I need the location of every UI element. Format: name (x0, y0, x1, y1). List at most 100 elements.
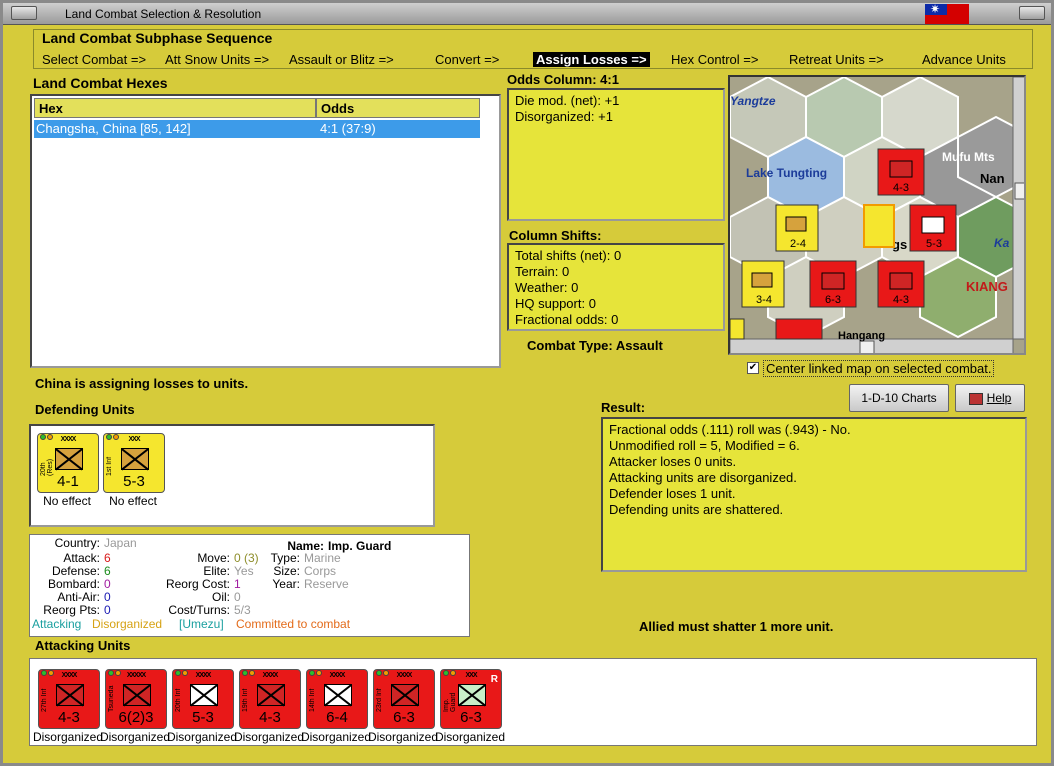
svg-text:4-3: 4-3 (893, 182, 909, 194)
result-line: Attacker loses 0 units. (609, 454, 737, 469)
unit-value: 5-3 (192, 709, 214, 726)
odds-title: Odds Column: 4:1 (507, 72, 619, 87)
reorg-pts-value: 0 (104, 603, 111, 617)
attacker-counter[interactable]: XXXXX Tsuneda 6(2)3 (105, 669, 167, 729)
map-label-mufu: Mufu Mts (942, 150, 995, 164)
unit-size: XXXX (329, 672, 346, 679)
map-label-hangang: Hangang (838, 330, 885, 342)
defender-counter[interactable]: XXX 1st Inf 5-3 (103, 433, 165, 493)
defense-value: 6 (104, 564, 111, 578)
antiair-value: 0 (104, 590, 111, 604)
shift-line: Fractional odds: 0 (515, 312, 619, 327)
phase-assault-blitz: Assault or Blitz => (289, 52, 394, 67)
unit-name: 19th Inf (242, 688, 249, 712)
result-line: Unmodified roll = 5, Modified = 6. (609, 438, 800, 453)
attack-value: 6 (104, 551, 111, 565)
status-message: China is assigning losses to units. (35, 376, 249, 391)
defending-panel: XXXX 20th (Res) 4-1 No effect XXX 1st In… (29, 424, 435, 527)
country-value: Japan (104, 536, 137, 550)
phase-advance: Advance Units (922, 52, 1006, 67)
subphase-sequence: Land Combat Subphase Sequence Select Com… (33, 29, 1033, 69)
allied-message: Allied must shatter 1 more unit. (639, 619, 834, 634)
attacker-counter[interactable]: XXXX 27th Inf 4-3 (38, 669, 100, 729)
tag-committed: Committed to combat (236, 617, 351, 631)
bombard-value: 0 (104, 577, 111, 591)
subphase-title: Land Combat Subphase Sequence (42, 30, 273, 46)
svg-text:2-4: 2-4 (790, 238, 806, 250)
size-label: Size: (273, 564, 300, 578)
country-label: Country: (54, 536, 100, 550)
col-hex[interactable]: Hex (34, 98, 316, 118)
odds-line: Disorganized: +1 (515, 109, 613, 124)
move-label: Move: (197, 551, 230, 565)
defender-counter[interactable]: XXXX 20th (Res) 4-1 (37, 433, 99, 493)
infantry-symbol-icon (324, 684, 352, 706)
move-value: 0 (3) (234, 551, 259, 565)
window-title: Land Combat Selection & Resolution (65, 7, 262, 21)
attacker-status: Disorganized (434, 730, 506, 744)
charts-button[interactable]: 1-D-10 Charts (849, 384, 949, 412)
unit-info-panel: Country: Japan Name: Imp. Guard Attack: … (29, 534, 470, 637)
hexes-title: Land Combat Hexes (33, 75, 168, 91)
type-label: Type: (270, 551, 300, 565)
result-box: Fractional odds (.111) roll was (.943) -… (601, 417, 1027, 572)
reorg-cost-value: 1 (234, 577, 241, 591)
col-odds[interactable]: Odds (316, 98, 480, 118)
table-row[interactable]: Changsha, China [85, 142] 4:1 (37:9) (34, 120, 480, 138)
shift-line: Weather: 0 (515, 280, 579, 295)
oil-label: Oil: (212, 590, 230, 604)
unit-name: 1st Inf (106, 456, 113, 476)
unit-name: Imp. Guard (443, 692, 457, 712)
map-label-ka: Ka (994, 236, 1010, 250)
marine-anchor-icon (458, 684, 486, 706)
odds-cell: 4:1 (37:9) (320, 121, 376, 136)
infantry-symbol-icon (391, 684, 419, 706)
map-label-yangtze: Yangtze (730, 94, 776, 108)
phase-hex-control: Hex Control => (671, 52, 759, 67)
svg-text:3-4: 3-4 (756, 294, 772, 306)
unit-size: XXXX (60, 436, 77, 443)
map-label-lake: Lake Tungting (746, 166, 827, 180)
result-line: Defending units are shattered. (609, 502, 784, 517)
title-bar: Land Combat Selection & Resolution (3, 2, 1051, 25)
map-label-kiang: KIANG (966, 279, 1008, 294)
combat-type: Combat Type: Assault (527, 338, 663, 353)
infantry-symbol-icon (56, 684, 84, 706)
cost-turns-value: 5/3 (234, 603, 251, 617)
unit-size: XXX (128, 436, 140, 443)
phase-assign-losses: Assign Losses => (533, 52, 650, 67)
antiair-label: Anti-Air: (57, 590, 100, 604)
unit-size: XXXX (61, 672, 78, 679)
attacking-title: Attacking Units (35, 638, 131, 653)
book-icon (968, 392, 983, 405)
result-line: Attacking units are disorganized. (609, 470, 797, 485)
attacker-counter[interactable]: XXXX 14th Inf 6-4 (306, 669, 368, 729)
phase-select-combat: Select Combat => (42, 52, 147, 67)
center-map-label[interactable]: Center linked map on selected combat. (763, 360, 995, 377)
attacker-counter[interactable]: XXXX 20th Inf 5-3 (172, 669, 234, 729)
unit-name: 20th (Res) (40, 458, 54, 476)
window-menu-button[interactable] (11, 6, 37, 20)
result-title: Result: (601, 400, 646, 415)
size-value: Corps (304, 564, 337, 578)
year-label: Year: (272, 577, 300, 591)
attacker-counter[interactable]: XXXX 23rd Inf 6-3 (373, 669, 435, 729)
center-map-checkbox[interactable]: ✔ (747, 362, 759, 374)
infantry-symbol-icon (190, 684, 218, 706)
unit-size: XXXX (396, 672, 413, 679)
help-button[interactable]: Help (955, 384, 1025, 412)
infantry-symbol-icon (123, 684, 151, 706)
attacker-counter[interactable]: XXXX 19th Inf 4-3 (239, 669, 301, 729)
unit-value: 6(2)3 (118, 709, 154, 726)
infantry-symbol-icon (257, 684, 285, 706)
map-svg: Yangtze Lake Tungting Mufu Mts Nan Ka KI… (730, 77, 1024, 353)
attacker-counter[interactable]: XXX Imp. Guard 6-3 R (440, 669, 502, 729)
linked-map[interactable]: Yangtze Lake Tungting Mufu Mts Nan Ka KI… (728, 75, 1026, 355)
svg-text:5-3: 5-3 (926, 238, 942, 250)
reorg-cost-label: Reorg Cost: (165, 577, 230, 591)
unit-value: 6-3 (460, 709, 482, 726)
odds-line: Die mod. (net): +1 (515, 93, 620, 108)
minimize-button[interactable] (1019, 6, 1045, 20)
year-value: Reserve (304, 577, 349, 591)
unit-name: Tsuneda (108, 685, 115, 712)
